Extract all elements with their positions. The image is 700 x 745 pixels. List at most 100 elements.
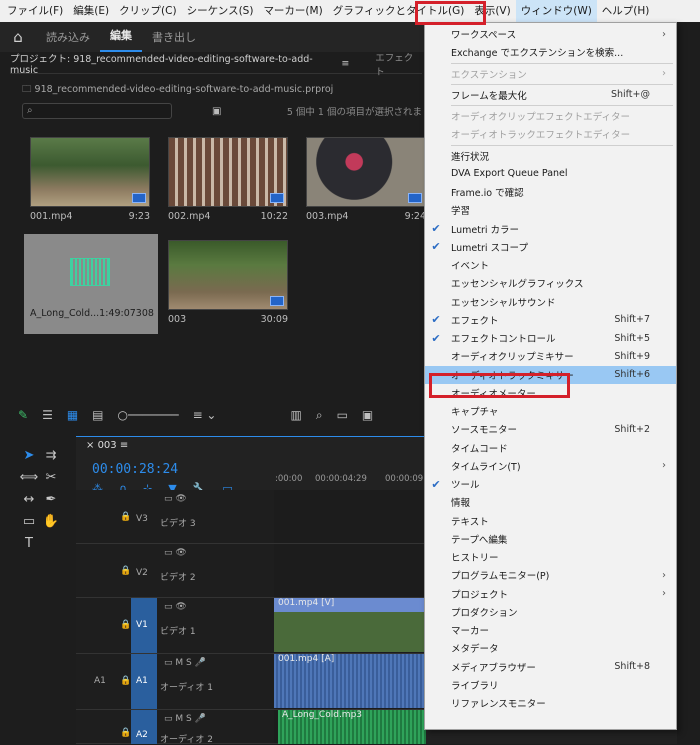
menu-item[interactable]: ✔ エフェクトコントロール Shift+5	[425, 329, 676, 347]
menu-item[interactable]: イベント	[425, 256, 676, 274]
rectangle-tool-icon[interactable]: ▭	[18, 514, 40, 536]
track-id[interactable]: A1	[136, 676, 148, 686]
menu-edit[interactable]: 編集(E)	[68, 0, 114, 22]
lock-icon[interactable]: 🔒	[120, 566, 131, 576]
menu-item[interactable]: メタデータ	[425, 639, 676, 657]
menu-item[interactable]: エッセンシャルグラフィックス	[425, 274, 676, 292]
menu-item[interactable]: 情報	[425, 493, 676, 511]
icon-view-icon[interactable]: ▦	[67, 408, 78, 422]
lock-icon[interactable]: 🔒	[120, 676, 131, 686]
menu-item[interactable]: マーカー	[425, 621, 676, 639]
sync-lock-icon[interactable]: ▭ 👁	[164, 548, 187, 558]
freeform-view-icon[interactable]: ▤	[92, 408, 103, 422]
menu-item[interactable]: DVA Export Queue Panel	[425, 165, 676, 183]
type-tool-icon[interactable]: T	[18, 536, 40, 558]
menu-item[interactable]: タイムコード	[425, 439, 676, 457]
home-icon[interactable]: ⌂	[0, 28, 36, 46]
project-clip[interactable]: 002.mp4 10:22	[168, 137, 288, 222]
selection-tool-icon[interactable]: ➤	[18, 448, 40, 470]
menu-marker[interactable]: マーカー(M)	[258, 0, 327, 22]
menu-item[interactable]: 学習	[425, 201, 676, 219]
track-lane-a2[interactable]: A_Long_Cold.mp3	[274, 710, 426, 744]
project-title[interactable]: プロジェクト: 918_recommended-video-editing-so…	[10, 51, 335, 76]
menu-file[interactable]: ファイル(F)	[2, 0, 68, 22]
menu-item[interactable]: Exchange でエクステンションを検索...	[425, 43, 676, 61]
razor-icon[interactable]: ✂	[40, 470, 62, 492]
pen-tool-icon[interactable]: ✒	[40, 492, 62, 514]
find-icon[interactable]: ⌕	[316, 408, 323, 423]
menu-item[interactable]: キャプチャ	[425, 402, 676, 420]
track-lane-v3[interactable]	[274, 490, 426, 544]
menu-item[interactable]: ライブラリ	[425, 676, 676, 694]
menu-item[interactable]: ✔ エフェクト Shift+7	[425, 311, 676, 329]
menu-window[interactable]: ウィンドウ(W)	[515, 0, 597, 22]
tab-import[interactable]: 読み込み	[36, 29, 100, 45]
menu-item[interactable]: ヒストリー	[425, 548, 676, 566]
sync-lock-icon[interactable]: ▭ 👁	[164, 494, 187, 504]
panel-menu-icon[interactable]: ≡	[341, 58, 349, 69]
track-id[interactable]: V3	[136, 514, 148, 524]
track-header-a2[interactable]: 🔒 A2 ▭ M S 🎤 オーディオ 2	[76, 710, 274, 745]
list-view-icon[interactable]: ☰	[42, 408, 53, 422]
menu-item[interactable]: タイムライン(T) ›	[425, 457, 676, 475]
sort-icon[interactable]: ≡ ⌄	[193, 408, 217, 422]
project-clip[interactable]: 001.mp4 9:23	[30, 137, 150, 222]
track-header-v3[interactable]: 🔒 V3 ▭ 👁 ビデオ 3	[76, 490, 274, 544]
track-header-v1[interactable]: 🔒 V1 ▭ 👁 ビデオ 1	[76, 598, 274, 654]
menu-help[interactable]: ヘルプ(H)	[597, 0, 655, 22]
project-clip-selected[interactable]: A_Long_Cold... 1:49:07308	[24, 234, 158, 334]
sync-lock-icon[interactable]: ▭ 👁	[164, 602, 187, 612]
tab-export[interactable]: 書き出し	[142, 29, 206, 45]
menu-item[interactable]: Frame.io で確認	[425, 183, 676, 201]
audio-clip[interactable]: 001.mp4 [A]	[274, 654, 426, 708]
menu-item[interactable]: 進行状況	[425, 147, 676, 165]
video-clip[interactable]: 001.mp4 [V]	[274, 598, 426, 652]
audio-clip[interactable]: A_Long_Cold.mp3	[278, 710, 426, 744]
menu-item[interactable]: フレームを最大化 Shift+@	[425, 86, 676, 104]
tab-effects[interactable]: エフェクト	[375, 50, 422, 78]
menu-item[interactable]: ワークスペース ›	[425, 25, 676, 43]
track-lane-a1[interactable]: 001.mp4 [A]	[274, 654, 426, 710]
zoom-slider[interactable]: ○───────	[118, 408, 179, 422]
menu-item[interactable]: プロダクション	[425, 603, 676, 621]
track-id[interactable]: V2	[136, 568, 148, 578]
project-clip[interactable]: 003 30:09	[168, 240, 288, 325]
track-lane-v2[interactable]	[274, 544, 426, 598]
menu-item[interactable]: リファレンスモニター	[425, 694, 676, 712]
bin-icon[interactable]: ▣	[212, 106, 221, 117]
search-input[interactable]: ⌕	[22, 103, 172, 119]
menu-sequence[interactable]: シーケンス(S)	[182, 0, 259, 22]
pencil-icon[interactable]: ✎	[18, 408, 28, 422]
ripple-edit-icon[interactable]: ⟺	[18, 470, 40, 492]
tab-edit[interactable]: 編集	[100, 22, 142, 52]
menu-item[interactable]: メディアブラウザー Shift+8	[425, 658, 676, 676]
sequence-tab[interactable]: × 003 ≡	[86, 440, 128, 451]
menu-item[interactable]: テープへ編集	[425, 530, 676, 548]
menu-item[interactable]: ✔ Lumetri スコープ	[425, 238, 676, 256]
project-clip[interactable]: 003.mp4 9:24	[306, 137, 426, 222]
menu-item[interactable]: プロジェクト ›	[425, 585, 676, 603]
mute-solo-icon[interactable]: ▭ M S 🎤	[164, 714, 206, 724]
new-bin-icon[interactable]: ▭	[337, 408, 348, 422]
menu-item[interactable]: ✔ ツール	[425, 475, 676, 493]
lock-icon[interactable]: 🔒	[120, 728, 131, 738]
track-lane-v1[interactable]: 001.mp4 [V]	[274, 598, 426, 654]
menu-item[interactable]: オーディオクリップミキサー Shift+9	[425, 347, 676, 365]
menu-item[interactable]: エッセンシャルサウンド	[425, 293, 676, 311]
menu-item[interactable]: ✔ Lumetri カラー	[425, 220, 676, 238]
slip-tool-icon[interactable]: ↔	[18, 492, 40, 514]
menu-item[interactable]: プログラムモニター(P) ›	[425, 566, 676, 584]
track-select-icon[interactable]: ⇉	[40, 448, 62, 470]
lock-icon[interactable]: 🔒	[120, 620, 131, 630]
hand-tool-icon[interactable]: ✋	[40, 514, 62, 536]
timecode-display[interactable]: 00:00:28:24	[92, 462, 178, 477]
lock-icon[interactable]: 🔒	[120, 512, 131, 522]
track-header-v2[interactable]: 🔒 V2 ▭ 👁 ビデオ 2	[76, 544, 274, 598]
track-id[interactable]: V1	[136, 620, 148, 630]
mute-solo-icon[interactable]: ▭ M S 🎤	[164, 658, 206, 668]
menu-item[interactable]: ソースモニター Shift+2	[425, 420, 676, 438]
menu-clip[interactable]: クリップ(C)	[114, 0, 182, 22]
new-item-icon[interactable]: ▣	[362, 408, 373, 422]
track-header-a1[interactable]: A1 🔒 A1 ▭ M S 🎤 オーディオ 1	[76, 654, 274, 710]
menu-item[interactable]: テキスト	[425, 512, 676, 530]
